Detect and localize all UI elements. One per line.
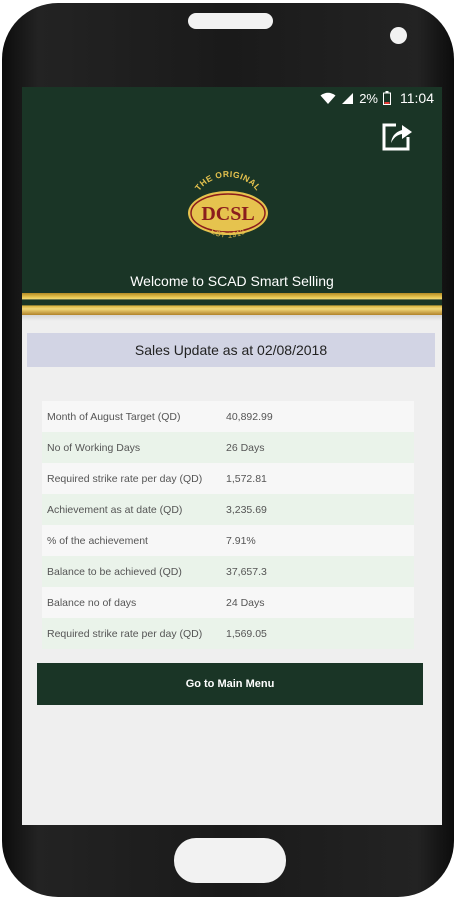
divider-shadow — [22, 315, 442, 321]
row-value: 40,892.99 — [226, 410, 273, 423]
row-value: 26 Days — [226, 441, 265, 454]
share-button[interactable] — [382, 119, 414, 151]
phone-speaker — [188, 13, 273, 29]
row-label: Achievement as at date (QD) — [47, 503, 183, 516]
table-row: Achievement as at date (QD) 3,235.69 — [42, 494, 414, 525]
table-row: % of the achievement 7.91% — [42, 525, 414, 556]
row-value: 3,235.69 — [226, 503, 267, 516]
status-bar: 2% 11:04 — [22, 87, 442, 109]
row-value: 1,569.05 — [226, 627, 267, 640]
share-icon — [382, 121, 412, 151]
row-label: No of Working Days — [47, 441, 141, 454]
row-label: Balance to be achieved (QD) — [47, 565, 182, 578]
table-row: Month of August Target (QD) 40,892.99 — [42, 401, 414, 432]
table-row: No of Working Days 26 Days — [42, 432, 414, 463]
status-time: 11:04 — [400, 90, 434, 106]
battery-percentage: 2% — [359, 90, 378, 106]
logo-text-center: DCSL — [201, 203, 254, 225]
welcome-heading: Welcome to SCAD Smart Selling — [130, 273, 334, 289]
screen: 2% 11:04 THE ORIGINAL DCSL EST 1913 Welc… — [22, 87, 442, 825]
table-row: Balance no of days 24 Days — [42, 587, 414, 618]
gold-stripe-divider — [22, 293, 442, 315]
table-row: Required strike rate per day (QD) 1,569.… — [42, 618, 414, 649]
sales-table: Month of August Target (QD) 40,892.99 No… — [42, 401, 414, 649]
row-label: Balance no of days — [47, 596, 137, 609]
row-value: 7.91% — [226, 534, 256, 547]
home-button[interactable] — [174, 838, 286, 883]
dcsl-logo: THE ORIGINAL DCSL EST 1913 — [182, 169, 274, 251]
row-label: Month of August Target (QD) — [47, 410, 181, 423]
row-label: Required strike rate per day (QD) — [47, 627, 203, 640]
row-label: Required strike rate per day (QD) — [47, 472, 203, 485]
logo-text-top: THE ORIGINAL — [193, 169, 263, 193]
battery-icon — [383, 91, 391, 105]
phone-camera — [390, 27, 407, 44]
go-to-main-menu-button[interactable]: Go to Main Menu — [37, 663, 423, 705]
row-label: % of the achievement — [47, 534, 148, 547]
app-header: THE ORIGINAL DCSL EST 1913 Welcome to SC… — [22, 109, 442, 297]
table-row: Required strike rate per day (QD) 1,572.… — [42, 463, 414, 494]
table-row: Balance to be achieved (QD) 37,657.3 — [42, 556, 414, 587]
sales-update-banner: Sales Update as at 02/08/2018 — [27, 333, 435, 367]
row-value: 1,572.81 — [226, 472, 267, 485]
wifi-icon — [320, 92, 336, 104]
row-value: 37,657.3 — [226, 565, 267, 578]
svg-text:THE ORIGINAL: THE ORIGINAL — [193, 169, 263, 193]
row-value: 24 Days — [226, 596, 265, 609]
signal-icon — [342, 92, 354, 104]
phone-frame: 2% 11:04 THE ORIGINAL DCSL EST 1913 Welc… — [2, 3, 454, 897]
